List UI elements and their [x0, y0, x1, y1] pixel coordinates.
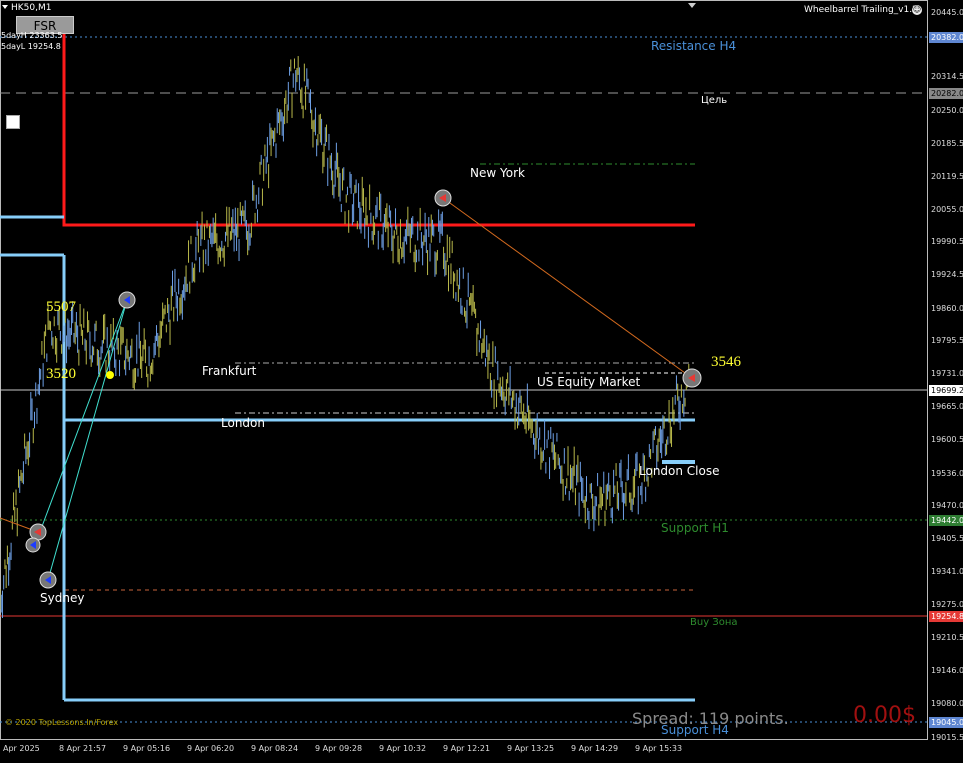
price-tick: 20314.5: [931, 72, 963, 81]
price-chart[interactable]: [0, 0, 963, 763]
price-tick: 19536.0: [931, 469, 963, 478]
new-york-label: New York: [470, 166, 525, 180]
time-tick: 9 Apr 13:25: [507, 744, 555, 753]
resistance-h4-label: Resistance H4: [651, 39, 737, 53]
price-tick: 20055.0: [931, 205, 963, 214]
price-tag: 19045.0: [929, 717, 963, 728]
price-tick: 19860.0: [931, 304, 963, 313]
time-tick: 9 Apr 12:21: [443, 744, 491, 753]
price-tick: 19341.0: [931, 567, 963, 576]
price-tick: 19470.0: [931, 501, 963, 510]
chart-menu-arrow-icon: [688, 3, 696, 8]
toggle-checkbox[interactable]: [6, 115, 20, 129]
time-tick: 9 Apr 15:33: [635, 744, 683, 753]
price-tick: 20445.0: [931, 8, 963, 17]
us-equity-label: US Equity Market: [537, 375, 641, 389]
price-tick: 19990.5: [931, 237, 963, 246]
frankfurt-label: Frankfurt: [202, 364, 257, 378]
profit-text: 0.00$: [853, 703, 916, 728]
price-tick: 19080.0: [931, 699, 963, 708]
time-tick: 9 Apr 08:24: [251, 744, 299, 753]
value-3520: 3520: [46, 366, 76, 382]
price-tick: 20250.0: [931, 106, 963, 115]
time-tick: Apr 2025: [3, 744, 40, 753]
price-tag: 19699.2: [929, 385, 963, 396]
sydney-label: Sydney: [40, 591, 85, 605]
time-tick: 9 Apr 06:20: [187, 744, 235, 753]
trend-line-sydney: [47, 299, 128, 581]
spread-text: Spread: 119 points.: [632, 709, 789, 728]
symbol-dropdown-icon: [2, 5, 8, 9]
london-close-label: London Close: [639, 464, 720, 478]
price-tick: 20185.5: [931, 139, 963, 148]
value-5507: 5507: [46, 299, 76, 315]
trend-line-sydney2: [34, 299, 128, 546]
five-day-low: 5dayL 19254.8: [1, 42, 61, 51]
yellow-point-3520: [106, 371, 114, 379]
price-tick: 19275.0: [931, 600, 963, 609]
price-tick: 20119.5: [931, 172, 963, 181]
price-tag: 20382.0: [929, 32, 963, 43]
price-tick: 19146.0: [931, 666, 963, 675]
time-tick: 9 Apr 05:16: [123, 744, 171, 753]
price-tick: 19731.0: [931, 369, 963, 378]
chart-frame: [0, 0, 928, 740]
london-label: London: [221, 416, 265, 430]
price-tick: 19795.5: [931, 336, 963, 345]
smiley-icon: ☺: [912, 5, 922, 15]
time-tick: 9 Apr 10:32: [379, 744, 427, 753]
target-label: Цель: [701, 95, 728, 106]
price-tick: 19015.5: [931, 733, 963, 742]
price-tag: 20282.0: [929, 88, 963, 99]
price-tick: 19600.5: [931, 435, 963, 444]
copyright-text: © 2020 TopLessons.In/Forex: [5, 718, 119, 727]
five-day-high: 5dayH 23363.5: [1, 31, 63, 40]
price-tag: 19442.0: [929, 515, 963, 526]
price-tick: 19665.0: [931, 402, 963, 411]
buy-zone-label: Buy Зона: [690, 617, 738, 628]
expert-name[interactable]: Wheelbarrel Trailing_v1.2: [804, 5, 918, 15]
support-h1-label: Support H1: [661, 521, 729, 535]
price-tick: 19210.5: [931, 633, 963, 642]
time-tick: 8 Apr 21:57: [59, 744, 107, 753]
price-tick: 19405.5: [931, 534, 963, 543]
time-tick: 9 Apr 14:29: [571, 744, 619, 753]
chart-symbol-title: HK50,M1: [11, 3, 52, 13]
value-3546: 3546: [711, 354, 741, 370]
price-tag: 19254.8: [929, 611, 963, 622]
time-tick: 9 Apr 09:28: [315, 744, 363, 753]
price-tick: 19924.5: [931, 270, 963, 279]
price-series: [0, 56, 690, 618]
